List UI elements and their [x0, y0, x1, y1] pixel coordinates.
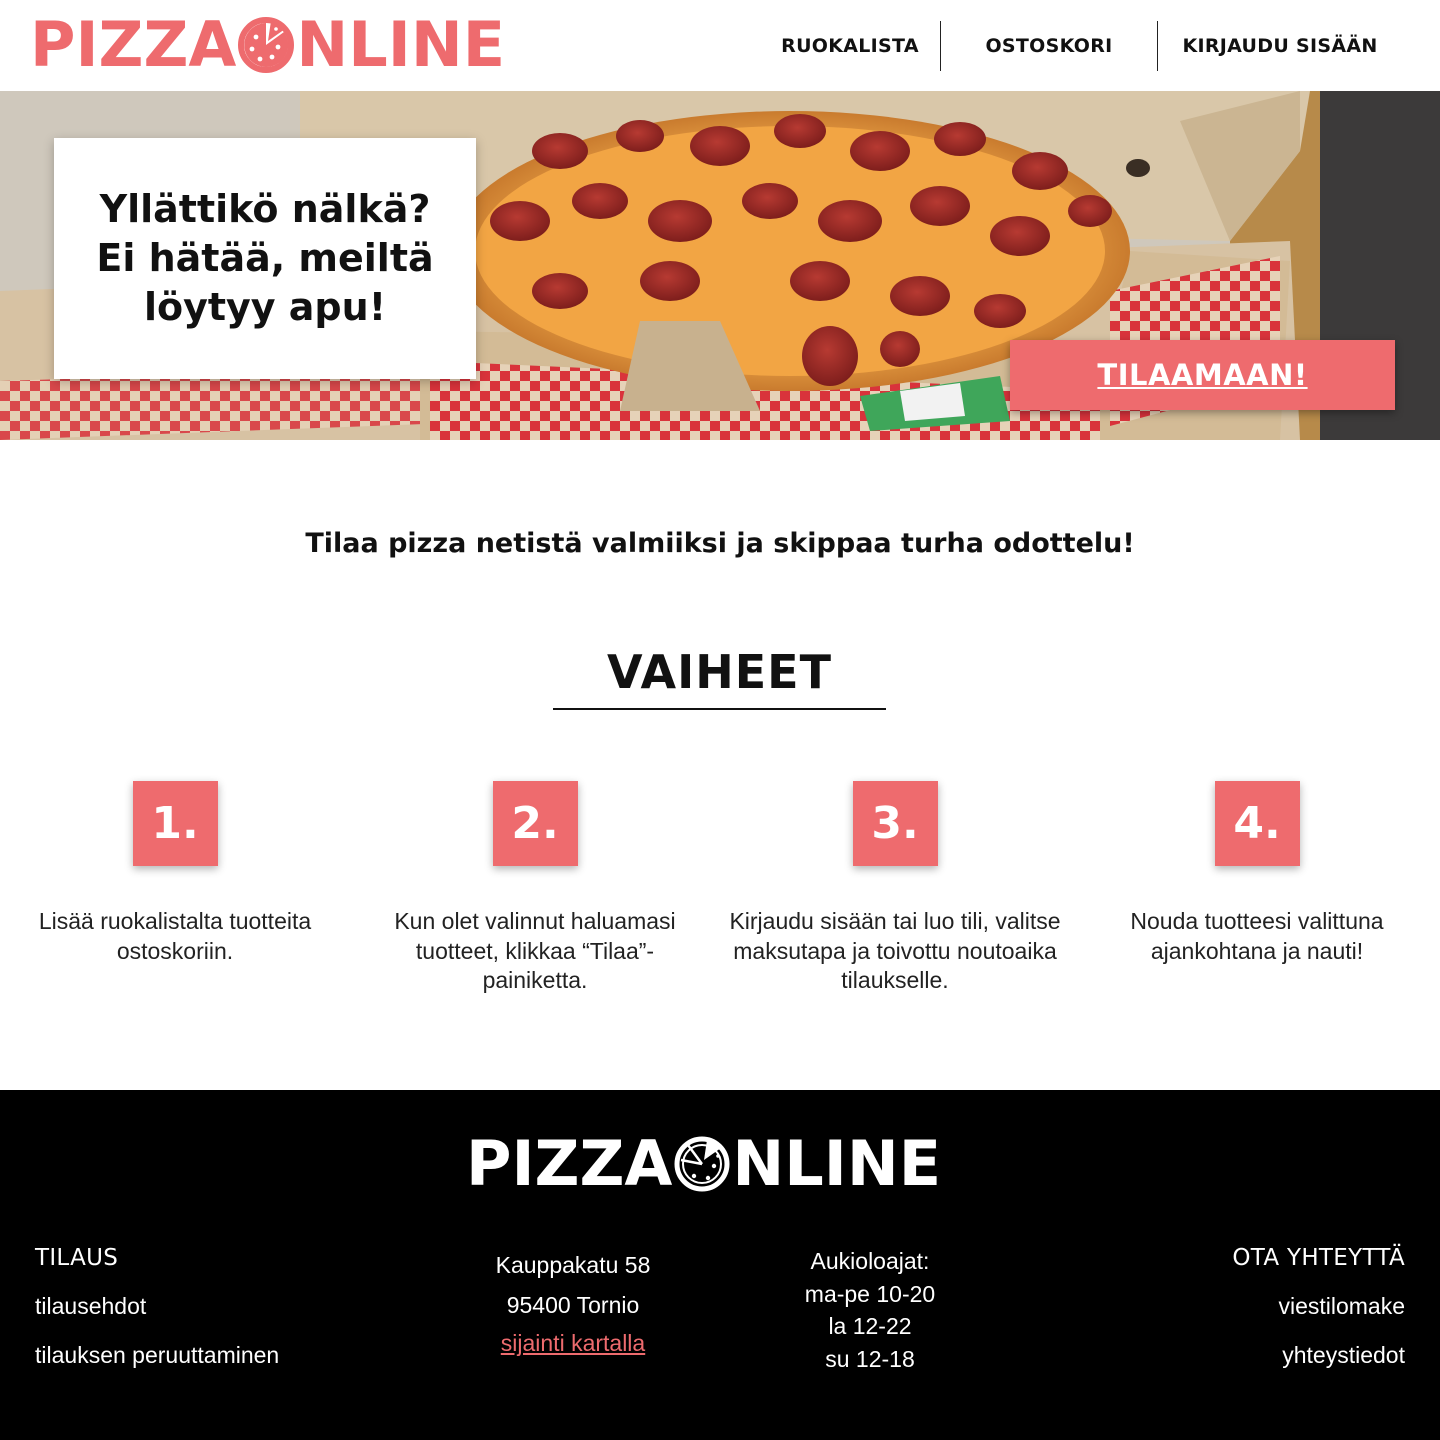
- footer-logo[interactable]: PIZZA NLINE: [466, 1133, 941, 1195]
- step-number-badge: 1.: [132, 781, 218, 866]
- step-description: Kun olet valinnut haluamasi tuotteet, kl…: [394, 908, 676, 993]
- logo-text-right: NLINE: [732, 1127, 942, 1200]
- map-link[interactable]: sijainti kartalla: [453, 1325, 693, 1361]
- hours-sunday: su 12-18: [825, 1345, 915, 1372]
- step-description: Kirjaudu sisään tai luo tili, valitse ma…: [729, 908, 1061, 993]
- step-item: 2. Kun olet valinnut haluamasi tuotteet,…: [355, 781, 715, 996]
- pizza-logo-icon: [238, 17, 295, 73]
- hero-heading: Yllättikö nälkä? Ei hätää, meiltä löytyy…: [96, 187, 434, 329]
- step-number-badge: 3.: [852, 781, 938, 866]
- site-logo[interactable]: PIZZA NLINE: [30, 14, 505, 76]
- link-tilauksen-peruuttaminen[interactable]: tilauksen peruuttaminen: [35, 1342, 279, 1369]
- step-item: 4. Nouda tuotteesi valittuna ajankohtana…: [1077, 781, 1437, 966]
- step-description: Nouda tuotteesi valittuna ajankohtana ja…: [1130, 908, 1384, 964]
- nav-kirjaudu[interactable]: KIRJAUDU SISÄÄN: [1158, 35, 1440, 57]
- tagline: Tilaa pizza netistä valmiiksi ja skippaa…: [305, 528, 1135, 559]
- step-description: Lisää ruokalistalta tuotteita ostoskorii…: [38, 908, 312, 964]
- footer-address-column: Kauppakatu 58 95400 Tornio sijainti kart…: [453, 1245, 693, 1361]
- hero-message-card: Yllättikö nälkä? Ei hätää, meiltä löytyy…: [54, 138, 476, 379]
- order-now-button[interactable]: TILAAMAAN!: [1010, 340, 1395, 410]
- step-item: 1. Lisää ruokalistalta tuotteita ostosko…: [0, 781, 355, 966]
- footer-order-heading: TILAUS: [35, 1245, 119, 1271]
- site-header: PIZZA NLINE RUOKALISTA OSTOSKORI KIRJAUD…: [0, 0, 1440, 91]
- logo-text-right: NLINE: [296, 8, 506, 81]
- steps-title: VAIHEET: [607, 645, 832, 699]
- footer-contact-column: OTA YHTEYTTÄ viestilomake yhteystiedot: [1232, 1245, 1405, 1391]
- address-city: 95400 Tornio: [506, 1292, 640, 1318]
- link-yhteystiedot[interactable]: yhteystiedot: [1232, 1342, 1405, 1369]
- link-tilausehdot[interactable]: tilausehdot: [35, 1293, 279, 1320]
- footer-hours-column: Aukioloajat: ma-pe 10-20 la 12-22 su 12-…: [770, 1245, 970, 1375]
- nav-ruokalista[interactable]: RUOKALISTA: [760, 35, 940, 57]
- hours-saturday: la 12-22: [828, 1313, 912, 1339]
- hours-weekdays: ma-pe 10-20: [804, 1280, 936, 1307]
- logo-text-left: PIZZA: [30, 8, 237, 81]
- nav-ostoskori[interactable]: OSTOSKORI: [941, 35, 1157, 57]
- footer-contact-heading: OTA YHTEYTTÄ: [1232, 1245, 1405, 1271]
- site-footer: PIZZA NLINE TILAUS tilausehdot tilauksen…: [0, 1090, 1440, 1440]
- steps-title-underline: [553, 708, 886, 710]
- hero-banner: Yllättikö nälkä? Ei hätää, meiltä löytyy…: [0, 91, 1440, 440]
- pizza-logo-icon: [674, 1136, 730, 1192]
- address-street: Kauppakatu 58: [495, 1252, 651, 1278]
- step-item: 3. Kirjaudu sisään tai luo tili, valitse…: [715, 781, 1075, 996]
- step-number-badge: 2.: [492, 781, 578, 866]
- link-viestilomake[interactable]: viestilomake: [1232, 1293, 1405, 1320]
- step-number-badge: 4.: [1214, 781, 1300, 866]
- main-nav: RUOKALISTA OSTOSKORI KIRJAUDU SISÄÄN: [760, 21, 1440, 71]
- footer-order-column: TILAUS tilausehdot tilauksen peruuttamin…: [35, 1245, 279, 1391]
- hours-heading: Aukioloajat:: [810, 1248, 930, 1274]
- logo-text-left: PIZZA: [466, 1127, 673, 1200]
